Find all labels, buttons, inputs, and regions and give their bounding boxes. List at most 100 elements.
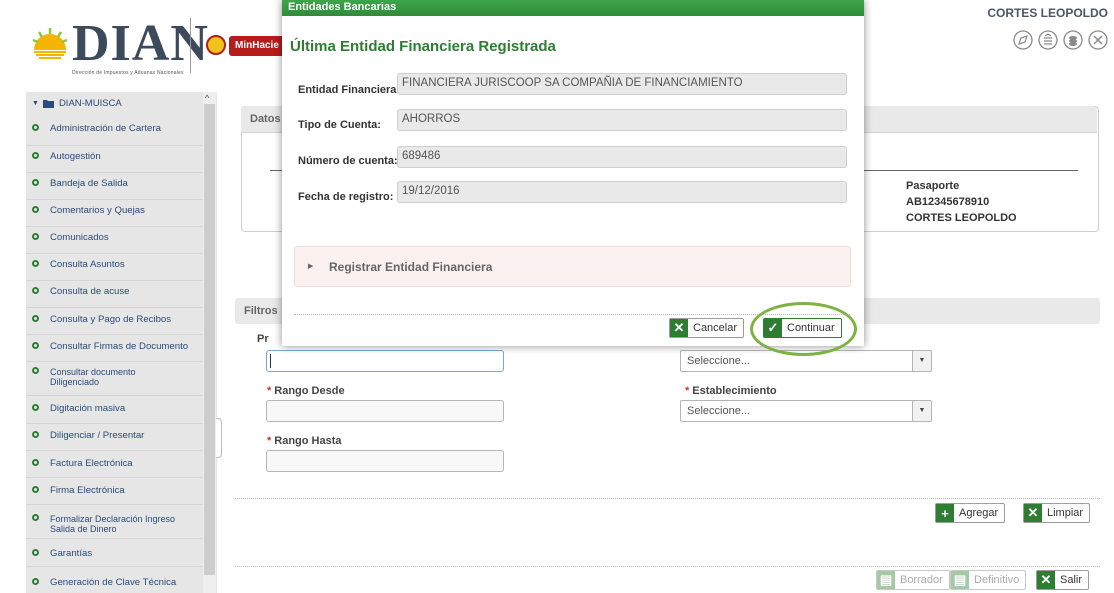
sidebar-item-label: Comentarios y Quejas <box>50 205 145 216</box>
establecimiento-label-text: Establecimiento <box>692 385 777 397</box>
dian-sun-logo-icon <box>32 28 68 59</box>
dialog-heading: Última Entidad Financiera Registrada <box>290 38 556 55</box>
chevron-down-icon[interactable]: ▼ <box>912 350 932 372</box>
definitivo-button-label: Definitivo <box>974 574 1020 586</box>
bullet-icon <box>32 206 39 213</box>
fecha-registro-field: 19/12/2016 <box>397 181 847 203</box>
sidebar-item-label: Consulta Asuntos <box>50 259 125 270</box>
sidebar-item-factura-electronica[interactable]: Factura Electrónica <box>26 450 203 478</box>
cancelar-button[interactable]: ✕ Cancelar <box>669 318 745 338</box>
compass-icon[interactable] <box>1013 30 1033 50</box>
chevron-down-icon[interactable]: ▼ <box>912 400 932 422</box>
rango-hasta-label: * Rango Hasta <box>267 435 342 447</box>
sidebar-item-administracion-cartera[interactable]: Administración de Cartera <box>26 118 203 146</box>
sidebar-root-item[interactable]: ▼ DIAN-MUISCA <box>32 98 122 109</box>
sidebar-item-consulta-asuntos[interactable]: Consulta Asuntos <box>26 253 203 281</box>
bullet-icon <box>32 260 39 267</box>
sidebar-item-garantias[interactable]: Garantías <box>26 539 203 567</box>
scroll-up-arrow-icon[interactable]: ^ <box>205 93 209 103</box>
datos-panel-title: Datos <box>250 113 281 125</box>
establecimiento-label: * Establecimiento <box>685 385 777 397</box>
registered-mark: ® <box>176 26 182 35</box>
document-number: AB12345678910 <box>906 196 990 208</box>
sidebar-item-label: Autogestión <box>50 151 101 162</box>
rango-hasta-label-text: Rango Hasta <box>274 435 342 447</box>
rango-hasta-input[interactable] <box>266 450 504 472</box>
bullet-icon <box>32 342 39 349</box>
limpiar-button[interactable]: ✕ Limpiar <box>1023 503 1091 523</box>
tipo-cuenta-field: AHORROS <box>397 109 847 131</box>
sidebar-collapse-handle[interactable] <box>216 418 222 458</box>
sidebar-item-comunicados[interactable]: Comunicados <box>26 226 203 254</box>
required-mark: * <box>685 385 690 397</box>
coat-of-arms-icon <box>206 35 226 55</box>
coins-icon[interactable] <box>1063 30 1083 50</box>
borrador-button[interactable]: ▤ Borrador <box>876 570 950 590</box>
dialog-title: Entidades Bancarias <box>288 1 397 13</box>
sidebar-item-bandeja-salida[interactable]: Bandeja de Salida <box>26 172 203 200</box>
sidebar-item-consultar-documento[interactable]: Consultar documento Diligenciado <box>26 361 203 396</box>
sidebar-item-label: Administración de Cartera <box>50 123 161 134</box>
sidebar-item-formalizar-declaracion[interactable]: Formalizar Declaración Ingreso Salida de… <box>26 504 203 539</box>
sidebar-root-label: DIAN-MUISCA <box>58 98 122 109</box>
sidebar-item-comentarios-quejas[interactable]: Comentarios y Quejas <box>26 199 203 227</box>
dian-logo-text: DIAN <box>72 15 209 72</box>
sidebar-item-digitacion-masiva[interactable]: Digitación masiva <box>26 396 203 424</box>
user-name: CORTES LEOPOLDO <box>987 6 1108 20</box>
bullet-icon <box>32 404 39 411</box>
sidebar-item-label: Consultar Firmas de Documento <box>50 341 189 352</box>
rango-desde-input[interactable] <box>266 400 504 422</box>
sidebar-item-label: Digitación masiva <box>50 403 126 414</box>
sidebar-item-diligenciar-presentar[interactable]: Diligenciar / Presentar <box>26 423 203 451</box>
salir-button[interactable]: ✕ Salir <box>1036 570 1090 590</box>
sidebar-item-label: Comunicados <box>50 232 109 243</box>
sidebar-item-consulta-acuse[interactable]: Consulta de acuse <box>26 280 203 308</box>
salir-button-label: Salir <box>1060 574 1083 586</box>
entidad-financiera-label: Entidad Financiera: <box>298 84 401 96</box>
sidebar-item-consultar-firmas[interactable]: Consultar Firmas de Documento <box>26 334 203 362</box>
bullet-icon <box>32 367 39 374</box>
taxpayer-name: CORTES LEOPOLDO <box>906 212 1017 224</box>
agregar-button-label: Agregar <box>959 507 999 519</box>
bullet-icon <box>32 431 39 438</box>
tipo-cuenta-label: Tipo de Cuenta: <box>298 119 381 131</box>
header-divider <box>190 18 191 73</box>
sidebar-scrollbar-thumb[interactable] <box>204 104 215 575</box>
highlight-annotation-ring <box>750 302 857 356</box>
sidebar-item-autogestion[interactable]: Autogestión <box>26 145 203 173</box>
document-type: Pasaporte <box>906 180 960 192</box>
list-icon[interactable] <box>1038 30 1058 50</box>
cancelar-button-label: Cancelar <box>693 322 738 334</box>
ministry-badge: MinHacie <box>229 36 285 56</box>
numero-cuenta-label: Número de cuenta: <box>298 155 398 167</box>
agregar-button[interactable]: + Agregar <box>935 503 1006 523</box>
filtros-panel-title: Filtros <box>244 305 278 317</box>
close-circle-icon[interactable] <box>1088 30 1108 50</box>
borrador-button-label: Borrador <box>900 574 943 586</box>
required-mark: * <box>267 385 272 397</box>
sidebar-item-label: Firma Electrónica <box>50 485 125 496</box>
rango-desde-label: * Rango Desde <box>267 385 345 397</box>
bullet-icon <box>32 578 39 585</box>
bullet-icon <box>32 179 39 186</box>
entidades-bancarias-dialog: Entidades Bancarias Última Entidad Finan… <box>282 0 864 346</box>
pr-input[interactable] <box>266 350 504 372</box>
bullet-icon <box>32 287 39 294</box>
expand-triangle-icon: ▼ <box>32 100 39 107</box>
sidebar-item-consulta-pago-recibos[interactable]: Consulta y Pago de Recibos <box>26 307 203 335</box>
header-icon-bar <box>1013 30 1108 50</box>
section-divider <box>235 566 1100 568</box>
bullet-icon <box>32 315 39 322</box>
required-mark: * <box>267 435 272 447</box>
section-divider <box>235 498 1100 500</box>
document-list-icon: ▤ <box>951 571 969 589</box>
sidebar-item-firma-electronica[interactable]: Firma Electrónica <box>26 477 203 505</box>
establecimiento-select[interactable]: Seleccione... <box>680 400 930 422</box>
sidebar-item-label: Diligenciar / Presentar <box>50 430 145 441</box>
sidebar-item-label: Garantías <box>50 548 93 559</box>
bullet-icon <box>32 459 39 466</box>
chevron-right-icon: ▶ <box>308 263 314 270</box>
definitivo-button[interactable]: ▤ Definitivo <box>950 570 1027 590</box>
bullet-icon <box>32 486 39 493</box>
sidebar-item-generacion-clave[interactable]: Generación de Clave Técnica <box>26 566 203 593</box>
